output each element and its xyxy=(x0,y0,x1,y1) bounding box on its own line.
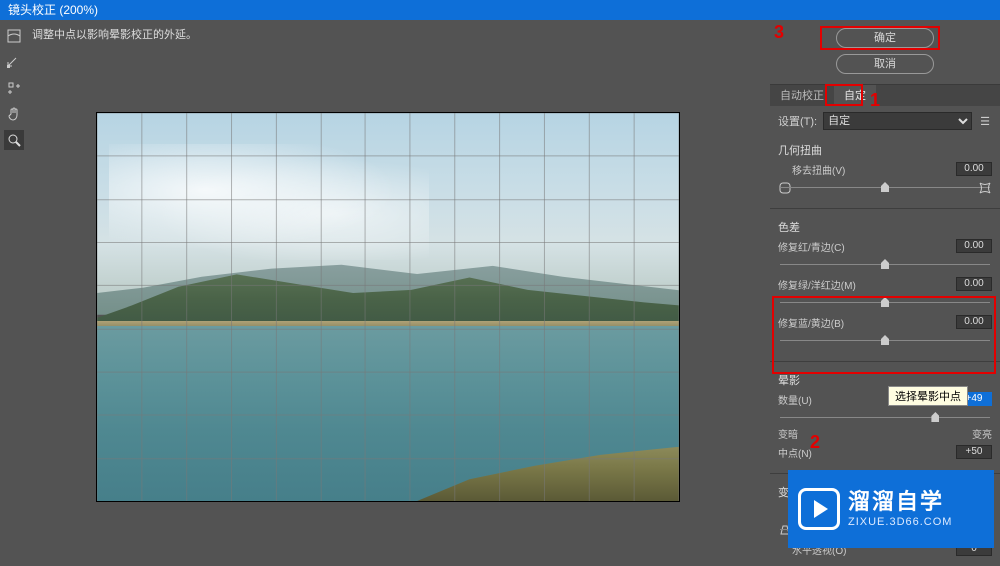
watermark: 溜溜自学 ZIXUE.3D66.COM xyxy=(788,470,994,548)
vignette-dark-label: 变暗 xyxy=(778,426,798,441)
red-cyan-value[interactable]: 0.00 xyxy=(956,239,992,253)
play-icon xyxy=(798,488,840,530)
blue-yel-label: 修复蓝/黄边(B) xyxy=(778,315,848,330)
red-cyan-slider[interactable] xyxy=(780,257,990,271)
zoom-tool-icon[interactable] xyxy=(4,130,24,150)
canvas-area: 调整中点以影响晕影校正的外延。 xyxy=(28,20,770,558)
distortion-tool-icon[interactable] xyxy=(4,26,24,46)
section-vignette: 晕影 数量(U) +49 变暗 变亮 中点(N) +50 2 xyxy=(770,366,1000,469)
green-mag-label: 修复绿/洋红边(M) xyxy=(778,277,856,292)
hint-text: 调整中点以影响晕影校正的外延。 xyxy=(28,20,770,46)
vignette-midpoint-value[interactable]: +50 xyxy=(956,445,992,459)
watermark-title: 溜溜自学 xyxy=(848,489,952,515)
vignette-amount-slider[interactable] xyxy=(780,410,990,424)
photo-content xyxy=(97,113,679,501)
vignette-light-label: 变亮 xyxy=(972,426,992,441)
geo-title: 几何扭曲 xyxy=(778,142,992,158)
chroma-title: 色差 xyxy=(778,219,992,235)
remove-distortion-slider[interactable] xyxy=(780,180,990,194)
red-cyan-label: 修复红/青边(C) xyxy=(778,239,848,254)
annotation-2: 2 xyxy=(810,432,820,453)
pincushion-icon xyxy=(978,181,992,195)
barrel-icon xyxy=(778,181,792,195)
green-mag-slider[interactable] xyxy=(780,295,990,309)
ok-button[interactable]: 确定 xyxy=(836,28,934,48)
image-preview[interactable] xyxy=(96,112,680,502)
blue-yel-slider[interactable] xyxy=(780,333,990,347)
move-grid-tool-icon[interactable] xyxy=(4,78,24,98)
straighten-tool-icon[interactable] xyxy=(4,52,24,72)
blue-yel-value[interactable]: 0.00 xyxy=(956,315,992,329)
remove-distortion-value[interactable]: 0.00 xyxy=(956,162,992,176)
settings-menu-icon[interactable]: ☰ xyxy=(978,115,992,128)
settings-row: 设置(T): 自定 ☰ xyxy=(770,106,1000,136)
left-toolbar xyxy=(0,20,28,558)
tooltip-midpoint: 选择晕影中点 xyxy=(888,386,968,406)
hand-tool-icon[interactable] xyxy=(4,104,24,124)
watermark-url: ZIXUE.3D66.COM xyxy=(848,516,952,529)
window-title: 镜头校正 (200%) xyxy=(0,0,1000,20)
green-mag-value[interactable]: 0.00 xyxy=(956,277,992,291)
cancel-button[interactable]: 取消 xyxy=(836,54,934,74)
annotation-3: 3 xyxy=(774,22,784,43)
tab-bar: 自动校正 自定 xyxy=(770,84,1000,106)
section-geometric: 几何扭曲 移去扭曲(V) 0.00 xyxy=(770,136,1000,204)
annotation-1: 1 xyxy=(870,90,880,111)
vignette-amount-label: 数量(U) xyxy=(778,392,848,407)
tab-auto[interactable]: 自动校正 xyxy=(770,85,834,106)
section-chroma: 色差 修复红/青边(C) 0.00 修复绿/洋红边(M) 0.00 修复蓝/黄边… xyxy=(770,213,1000,357)
settings-select[interactable]: 自定 xyxy=(823,112,972,130)
remove-distortion-label: 移去扭曲(V) xyxy=(778,162,848,177)
settings-label: 设置(T): xyxy=(778,113,817,129)
